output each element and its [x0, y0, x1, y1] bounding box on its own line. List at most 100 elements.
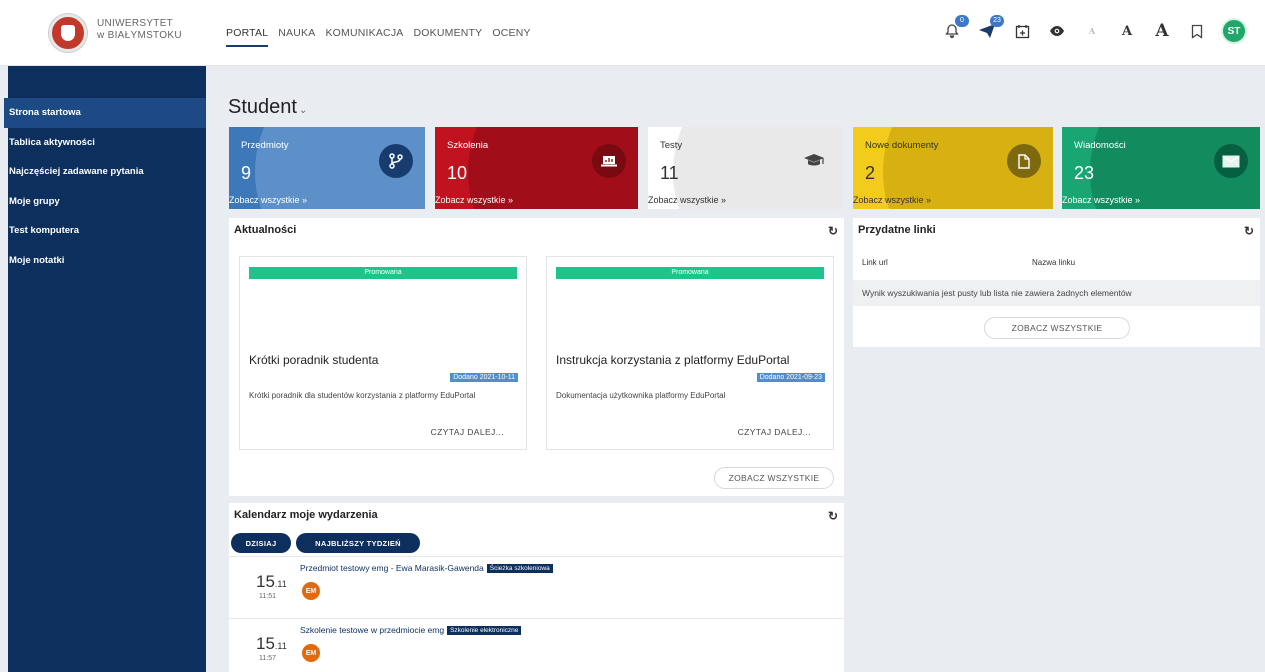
- read-more-link[interactable]: CZYTAJ DALEJ...: [431, 427, 504, 437]
- calendar-plus-icon: [1015, 24, 1029, 38]
- event-day: 15: [256, 572, 275, 591]
- font-size-medium-button[interactable]: A: [1116, 20, 1138, 42]
- links-title: Przydatne linki: [858, 224, 936, 236]
- tile-value: 9: [241, 163, 252, 183]
- avatar: EM: [302, 644, 320, 662]
- logo-line-2: w BIAŁYMSTOKU: [97, 30, 182, 41]
- messages-badge: 23: [990, 15, 1004, 27]
- tile-see-all-link[interactable]: Zobacz wszystkie »: [648, 195, 726, 205]
- university-logo[interactable]: [49, 14, 87, 52]
- tile-value: 10: [447, 163, 468, 183]
- news-see-all-button[interactable]: ZOBACZ WSZYSTKIE: [714, 467, 834, 489]
- logo-line-1: UNIWERSYTET: [97, 18, 174, 29]
- news-panel: Aktualności ↻ Promowana Krótki poradnik …: [229, 218, 844, 496]
- column-link-url[interactable]: Link url: [862, 258, 888, 267]
- links-see-all-button[interactable]: ZOBACZ WSZYSTKIE: [984, 317, 1130, 339]
- event-title[interactable]: Przedmiot testowy emg - Ewa Marasik-Gawe…: [300, 563, 553, 573]
- page-title-text: Student: [228, 96, 297, 118]
- tile-przedmioty[interactable]: Przedmioty 9 Zobacz wszystkie »: [229, 127, 425, 209]
- news-card-date: Dodano 2021-09-23: [756, 373, 825, 382]
- event-type-tag: Ścieżka szkoleniowa: [486, 564, 553, 573]
- tile-see-all-link[interactable]: Zobacz wszystkie »: [435, 195, 513, 205]
- next-week-button[interactable]: NAJBLIŻSZY TYDZIEŃ: [296, 533, 420, 553]
- sidebar-item-moje-grupy[interactable]: Moje grupy: [4, 187, 206, 217]
- event-day: 15: [256, 634, 275, 653]
- user-avatar[interactable]: ST: [1221, 18, 1247, 44]
- font-size-large-button[interactable]: A: [1151, 20, 1173, 42]
- envelope-icon: [1214, 144, 1248, 178]
- tile-see-all-link[interactable]: Zobacz wszystkie »: [853, 195, 931, 205]
- calendar-panel: Kalendarz moje wydarzenia ↻ DZISIAJ NAJB…: [229, 503, 844, 672]
- page-title[interactable]: Student ⌄: [228, 96, 307, 119]
- main-nav: PORTAL NAUKA KOMUNIKACJA DOKUMENTY OCENY: [226, 27, 531, 47]
- nav-oceny[interactable]: OCENY: [492, 27, 530, 47]
- news-card-date: Dodano 2021-10-11: [450, 373, 518, 382]
- refresh-icon[interactable]: ↻: [1244, 224, 1254, 238]
- sidebar-item-tablica-aktywnosci[interactable]: Tablica aktywności: [4, 128, 206, 158]
- news-card-title[interactable]: Krótki poradnik studenta: [249, 353, 378, 367]
- nav-komunikacja[interactable]: KOMUNIKACJA: [325, 27, 403, 47]
- font-size-small-button[interactable]: A: [1081, 20, 1103, 42]
- read-more-link[interactable]: CZYTAJ DALEJ...: [738, 427, 811, 437]
- nav-nauka[interactable]: NAUKA: [278, 27, 315, 47]
- header-tools: 0 23 A A A ST: [941, 15, 1247, 44]
- nav-portal[interactable]: PORTAL: [226, 27, 269, 47]
- graduation-cap-icon: [797, 144, 831, 178]
- tile-nowe-dokumenty[interactable]: Nowe dokumenty 2 Zobacz wszystkie »: [853, 127, 1053, 209]
- refresh-icon[interactable]: ↻: [828, 224, 838, 238]
- tile-value: 23: [1074, 163, 1095, 183]
- sidebar-item-strona-startowa[interactable]: Strona startowa: [4, 98, 206, 128]
- sidebar-item-test-komputera[interactable]: Test komputera: [4, 216, 206, 246]
- tile-label: Testy: [660, 140, 683, 151]
- laptop-icon: [592, 144, 626, 178]
- event-date: 15.11: [256, 634, 287, 654]
- messages-button[interactable]: 23: [976, 15, 1004, 42]
- logo-text[interactable]: UNIWERSYTET w BIAŁYMSTOKU: [97, 18, 182, 42]
- news-card-title[interactable]: Instrukcja korzystania z platformy EduPo…: [556, 353, 789, 367]
- news-card[interactable]: Promowana Krótki poradnik studenta Dodan…: [239, 256, 527, 450]
- tile-label: Szkolenia: [447, 140, 489, 151]
- calendar-event[interactable]: 15.11 11:51 Przedmiot testowy emg - Ewa …: [229, 556, 844, 616]
- news-card-description: Krótki poradnik dla studentów korzystani…: [249, 391, 476, 400]
- promoted-badge: Promowana: [249, 267, 517, 279]
- event-time: 11:51: [259, 593, 276, 600]
- tile-label: Nowe dokumenty: [865, 140, 939, 151]
- notifications-button[interactable]: 0: [941, 15, 969, 42]
- sidebar-item-moje-notatki[interactable]: Moje notatki: [4, 246, 206, 276]
- calendar-add-button[interactable]: [1011, 20, 1033, 42]
- document-icon: [1007, 144, 1041, 178]
- eye-icon: [1050, 26, 1064, 36]
- tile-label: Przedmioty: [241, 140, 289, 151]
- sidebar-menu: Strona startowa Tablica aktywności Najcz…: [4, 98, 206, 275]
- tile-szkolenia[interactable]: Szkolenia 10 Zobacz wszystkie »: [435, 127, 638, 209]
- tile-value: 11: [660, 163, 679, 183]
- event-date: 15.11: [256, 572, 287, 592]
- calendar-title: Kalendarz moje wydarzenia: [234, 509, 378, 521]
- column-link-name[interactable]: Nazwa linku: [1032, 258, 1075, 267]
- top-bar: UNIWERSYTET w BIAŁYMSTOKU PORTAL NAUKA K…: [0, 0, 1265, 66]
- chevron-down-icon: ⌄: [298, 105, 308, 116]
- sidebar: Strona startowa Tablica aktywności Najcz…: [4, 66, 206, 672]
- bookmark-button[interactable]: [1186, 20, 1208, 42]
- notifications-badge: 0: [955, 15, 969, 27]
- event-type-tag: Szkolenie elektroniczne: [447, 626, 522, 635]
- tile-see-all-link[interactable]: Zobacz wszystkie »: [229, 195, 307, 205]
- useful-links-panel: Przydatne linki ↻ Link url Nazwa linku W…: [853, 218, 1260, 347]
- refresh-icon[interactable]: ↻: [828, 509, 838, 523]
- event-month: .11: [274, 641, 287, 651]
- promoted-badge: Promowana: [556, 267, 824, 279]
- calendar-event[interactable]: 15.11 11:57 Szkolenie testowe w przedmio…: [229, 618, 844, 672]
- tile-see-all-link[interactable]: Zobacz wszystkie »: [1062, 195, 1140, 205]
- event-time: 11:57: [259, 655, 276, 662]
- sidebar-item-faq[interactable]: Najczęściej zadawane pytania: [4, 157, 206, 187]
- event-title[interactable]: Szkolenie testowe w przedmiocie emg Szkol…: [300, 625, 522, 635]
- contrast-toggle-button[interactable]: [1046, 20, 1068, 42]
- today-button[interactable]: DZISIAJ: [231, 533, 291, 553]
- bookmark-icon: [1191, 24, 1203, 39]
- news-card-description: Dokumentacja użytkownika platformy EduPo…: [556, 391, 726, 400]
- tile-wiadomosci[interactable]: Wiadomości 23 Zobacz wszystkie »: [1062, 127, 1260, 209]
- nav-dokumenty[interactable]: DOKUMENTY: [413, 27, 482, 47]
- tile-value: 2: [865, 163, 876, 183]
- tile-testy[interactable]: Testy 11 Zobacz wszystkie »: [648, 127, 843, 209]
- news-card[interactable]: Promowana Instrukcja korzystania z platf…: [546, 256, 834, 450]
